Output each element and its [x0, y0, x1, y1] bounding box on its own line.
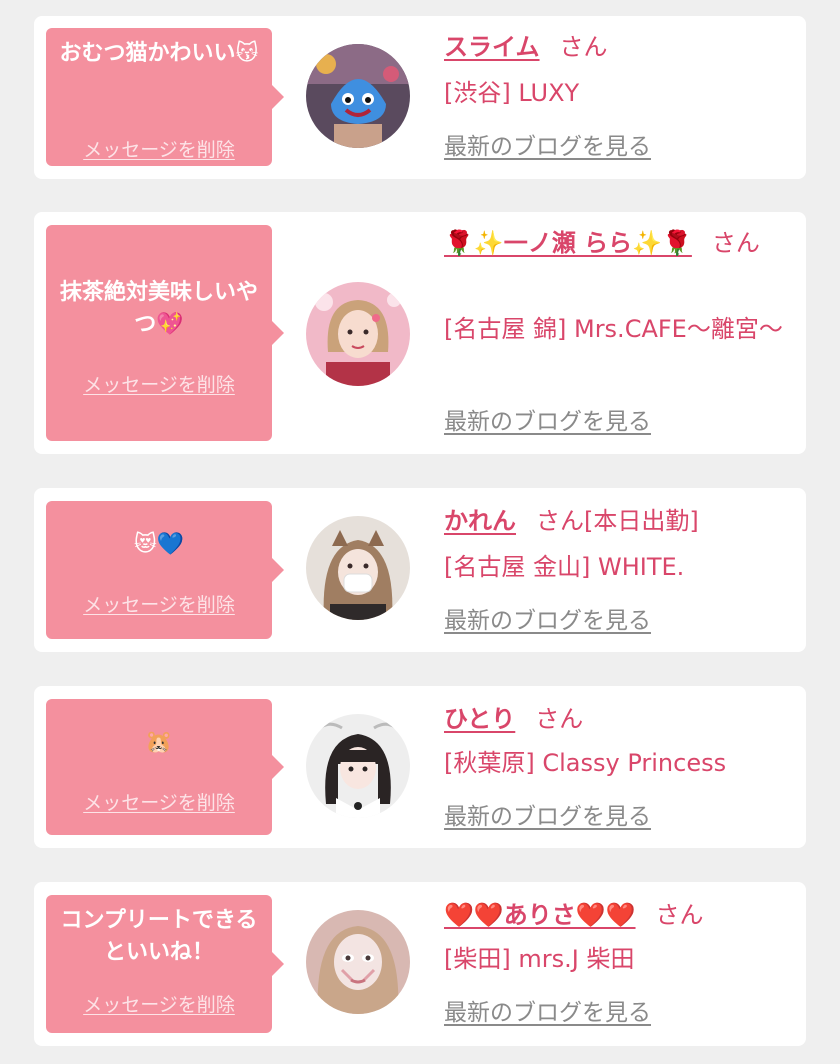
delete-message-link[interactable]: メッセージを削除	[46, 138, 272, 162]
avatar[interactable]	[306, 282, 410, 386]
latest-blog-link[interactable]: 最新のブログを見る	[444, 606, 651, 636]
cast-name-link[interactable]: ひとり	[444, 705, 515, 733]
delete-message-link[interactable]: メッセージを削除	[46, 791, 272, 815]
message-text: 抹茶絶対美味しいやつ💖	[59, 280, 258, 337]
latest-blog-link[interactable]: 最新のブログを見る	[444, 802, 651, 832]
shop-label: [渋谷] LUXY	[444, 79, 580, 107]
cast-name-link[interactable]: 🌹✨一ノ瀬 らら✨🌹	[444, 229, 692, 257]
message-card: おむつ猫かわいい😽 メッセージを削除 スライム さん [渋谷] LUXY 最新のブ…	[34, 16, 806, 179]
cast-name-link[interactable]: ❤️❤️ありさ❤️❤️	[444, 901, 636, 929]
delete-message-link[interactable]: メッセージを削除	[46, 373, 272, 397]
message-bubble: コンプリートできるといいね！ メッセージを削除	[46, 895, 284, 1033]
message-bubble: 😻💙 メッセージを削除	[46, 501, 284, 639]
honorific: さん	[535, 705, 584, 733]
delete-message-link[interactable]: メッセージを削除	[46, 593, 272, 617]
message-card: 😻💙 メッセージを削除 かれん さん[本日出勤] [名古屋 金山] WHITE. …	[34, 488, 806, 652]
latest-blog-link[interactable]: 最新のブログを見る	[444, 407, 651, 437]
honorific: さん	[711, 229, 760, 257]
message-text: おむつ猫かわいい😽	[59, 41, 259, 66]
message-bubble: おむつ猫かわいい😽 メッセージを削除	[46, 28, 284, 166]
message-card: コンプリートできるといいね！ メッセージを削除 ❤️❤️ありさ❤️❤️ さん [柴…	[34, 882, 806, 1046]
shop-label: [秋葉原] Classy Princess	[444, 749, 727, 777]
shop-label: [柴田] mrs.J 柴田	[444, 945, 635, 973]
avatar[interactable]	[306, 516, 410, 620]
delete-message-link[interactable]: メッセージを削除	[46, 993, 272, 1017]
shop-label: [名古屋 錦] Mrs.CAFE〜離宮〜	[444, 315, 783, 343]
message-text: 😻💙	[133, 532, 185, 557]
message-bubble: 🐹 メッセージを削除	[46, 699, 284, 835]
honorific: さん[本日出勤]	[536, 507, 699, 535]
latest-blog-link[interactable]: 最新のブログを見る	[444, 132, 651, 162]
cast-name-link[interactable]: かれん	[444, 507, 516, 535]
cast-name-link[interactable]: スライム	[444, 33, 540, 61]
avatar[interactable]	[306, 910, 410, 1014]
latest-blog-link[interactable]: 最新のブログを見る	[444, 998, 651, 1028]
honorific: さん	[559, 33, 608, 61]
message-card: 🐹 メッセージを削除 ひとり さん [秋葉原] Classy Princess 最…	[34, 686, 806, 848]
avatar[interactable]	[306, 714, 410, 818]
shop-label: [名古屋 金山] WHITE.	[444, 553, 685, 581]
honorific: さん	[655, 901, 704, 929]
message-text: コンプリートできるといいね！	[60, 908, 258, 965]
message-bubble: 抹茶絶対美味しいやつ💖 メッセージを削除	[46, 225, 284, 441]
message-text: 🐹	[145, 730, 173, 755]
avatar[interactable]	[306, 44, 410, 148]
message-card: 抹茶絶対美味しいやつ💖 メッセージを削除 🌹✨一ノ瀬 らら✨🌹 さん [名古屋 錦…	[34, 212, 806, 454]
